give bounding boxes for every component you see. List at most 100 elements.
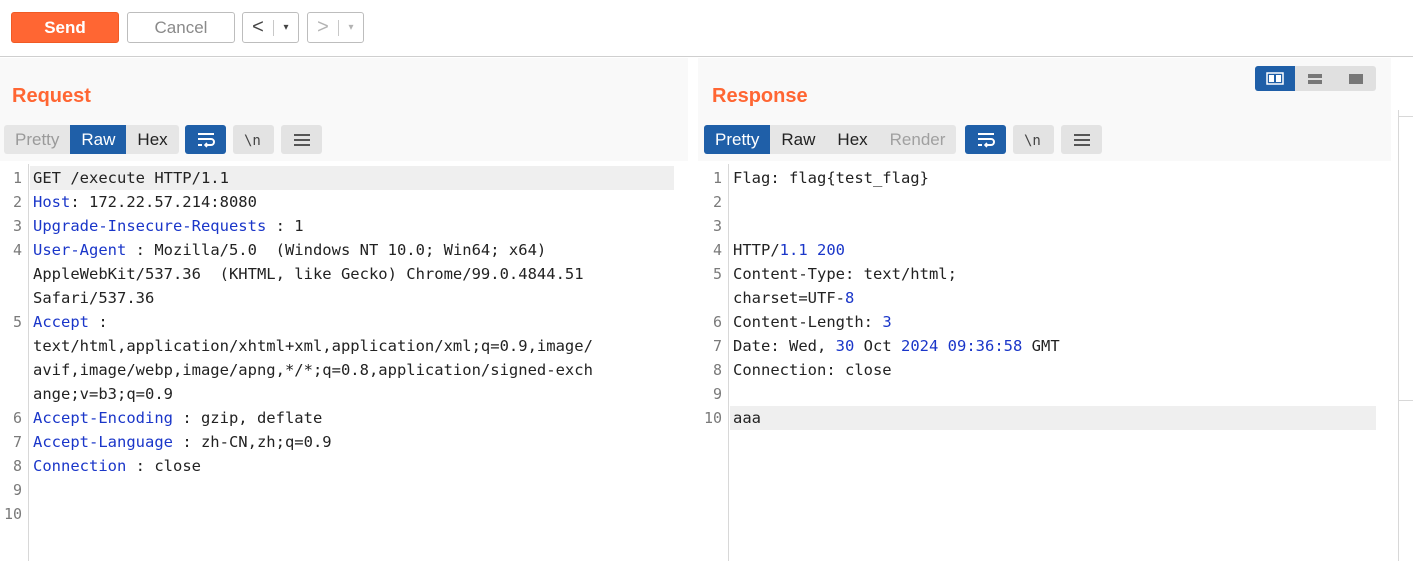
- header-value: : close: [126, 457, 201, 475]
- header-value-continuation: charset=UTF-8: [733, 286, 854, 310]
- header-line: User-Agent : Mozilla/5.0 (Windows NT 10.…: [33, 238, 546, 262]
- layout-stacked-button[interactable]: [1295, 66, 1335, 91]
- header-name: Upgrade-Insecure-Requests: [33, 217, 267, 235]
- line-number: 9: [12, 481, 22, 499]
- svg-text:\n: \n: [1024, 133, 1041, 148]
- line-number: 1: [12, 169, 22, 187]
- header-name: Date: Wed,: [733, 337, 836, 355]
- charset-number: 8: [844, 289, 855, 307]
- newline-icon: \n: [244, 133, 261, 148]
- response-title: Response: [712, 85, 808, 107]
- date-zone: GMT: [1022, 337, 1060, 355]
- status-line: HTTP/1.1 200: [733, 238, 845, 262]
- header-value-continuation: AppleWebKit/537.36 (KHTML, like Gecko) C…: [33, 265, 584, 283]
- header-name: Content-Length:: [733, 313, 883, 331]
- show-newlines-button[interactable]: \n: [1013, 125, 1054, 154]
- header-number: 3: [882, 313, 892, 331]
- history-back-button[interactable]: < ▾: [242, 12, 299, 43]
- layout-toggle: [1255, 66, 1376, 91]
- line-number: 2: [12, 193, 22, 211]
- header-line: Content-Length: 3: [733, 310, 892, 334]
- tab-pretty[interactable]: Pretty: [4, 125, 70, 154]
- layout-side-by-side-icon: [1266, 72, 1284, 85]
- header-value: : 1: [266, 217, 304, 235]
- header-name: Accept: [33, 313, 89, 331]
- line-number: 3: [12, 217, 22, 235]
- header-value: : 172.22.57.214:8080: [70, 193, 257, 211]
- wrap-lines-icon: [197, 132, 215, 148]
- charset-label: charset=UTF-: [733, 289, 845, 307]
- show-newlines-button[interactable]: \n: [233, 125, 274, 154]
- options-menu-button[interactable]: [281, 125, 322, 154]
- send-button[interactable]: Send: [11, 12, 119, 43]
- chevron-down-icon[interactable]: ▾: [274, 22, 298, 33]
- response-line: Flag: flag{test_flag}: [733, 169, 929, 187]
- wrap-lines-button[interactable]: [965, 125, 1006, 154]
- line-number: 8: [12, 457, 22, 475]
- header-name: Accept-Language: [33, 433, 173, 451]
- response-view-tabs: Pretty Raw Hex Render: [704, 125, 957, 154]
- line-number: 4: [12, 241, 22, 259]
- line-number: 2: [712, 193, 722, 211]
- response-editor[interactable]: 1 Flag: flag{test_flag} 2 3 4 HTTP/1.1 2…: [698, 164, 1391, 561]
- layout-single-icon: [1348, 73, 1363, 84]
- response-body: aaa: [733, 409, 761, 427]
- header-name: Connection: [33, 457, 127, 475]
- date-day: 30: [835, 337, 855, 355]
- line-number: 10: [3, 505, 22, 523]
- wrap-lines-icon: [977, 132, 995, 148]
- header-name: Accept-Encoding: [33, 409, 173, 427]
- tab-hex[interactable]: Hex: [826, 125, 878, 154]
- line-number: 3: [712, 217, 722, 235]
- tab-render[interactable]: Render: [879, 125, 957, 154]
- date-month: Oct: [854, 337, 901, 355]
- header-line: Date: Wed, 30 Oct 2024 09:36:58 GMT: [733, 334, 1060, 358]
- line-number: 6: [712, 313, 722, 331]
- header-value: :: [89, 313, 108, 331]
- divider: [1399, 400, 1413, 401]
- header-value-continuation: Safari/537.36: [33, 289, 155, 307]
- line-number: 7: [12, 433, 22, 451]
- menu-icon: [1073, 133, 1090, 146]
- top-toolbar: Send Cancel < ▾ > ▾: [0, 0, 1413, 57]
- header-value: : gzip, deflate: [172, 409, 323, 427]
- svg-text:\n: \n: [244, 133, 261, 148]
- date-year-time: 2024 09:36:58: [901, 337, 1023, 355]
- layout-side-by-side-button[interactable]: [1255, 66, 1296, 91]
- request-panel-header: Request Pretty Raw Hex \n: [0, 58, 688, 161]
- protocol: HTTP/: [733, 241, 780, 259]
- header-value: : zh-CN,zh;q=0.9: [172, 433, 332, 451]
- cancel-button[interactable]: Cancel: [127, 12, 235, 43]
- inspector-divider: [1398, 110, 1399, 561]
- header-value-continuation: text/html,application/xhtml+xml,applicat…: [33, 337, 593, 355]
- request-editor[interactable]: 1 GET /execute HTTP/1.1 2 Host: 172.22.5…: [0, 164, 688, 561]
- header-value-continuation: avif,image/webp,image/apng,*/*;q=0.8,app…: [33, 361, 593, 379]
- header-line: Upgrade-Insecure-Requests : 1: [33, 214, 304, 238]
- request-line: GET /execute HTTP/1.1: [33, 169, 229, 187]
- menu-icon: [293, 133, 310, 146]
- header-value-continuation: ange;v=b3;q=0.9: [33, 385, 173, 403]
- line-number: 8: [712, 361, 722, 379]
- wrap-lines-button[interactable]: [185, 125, 226, 154]
- header-value: : Mozilla/5.0 (Windows NT 10.0; Win64; x…: [126, 241, 547, 259]
- tab-pretty[interactable]: Pretty: [704, 125, 771, 154]
- line-number: 5: [712, 265, 722, 283]
- header-line: Accept-Language : zh-CN,zh;q=0.9: [33, 430, 332, 454]
- tab-raw[interactable]: Raw: [770, 125, 826, 154]
- line-number: 9: [712, 385, 722, 403]
- line-number: 1: [712, 169, 722, 187]
- request-view-tabs: Pretty Raw Hex: [4, 125, 179, 154]
- line-number: 6: [12, 409, 22, 427]
- line-number: 10: [703, 409, 722, 427]
- header-name: Host: [33, 193, 71, 211]
- header-line: Accept :: [33, 310, 108, 334]
- tab-raw[interactable]: Raw: [70, 125, 127, 154]
- layout-single-button[interactable]: [1336, 66, 1376, 91]
- history-forward-button[interactable]: > ▾: [307, 12, 364, 43]
- header-line: Content-Type: text/html;: [733, 265, 957, 283]
- tab-hex[interactable]: Hex: [126, 125, 178, 154]
- chevron-right-icon: >: [317, 16, 329, 38]
- line-number: 4: [712, 241, 722, 259]
- chevron-down-icon[interactable]: ▾: [339, 22, 363, 33]
- options-menu-button[interactable]: [1061, 125, 1102, 154]
